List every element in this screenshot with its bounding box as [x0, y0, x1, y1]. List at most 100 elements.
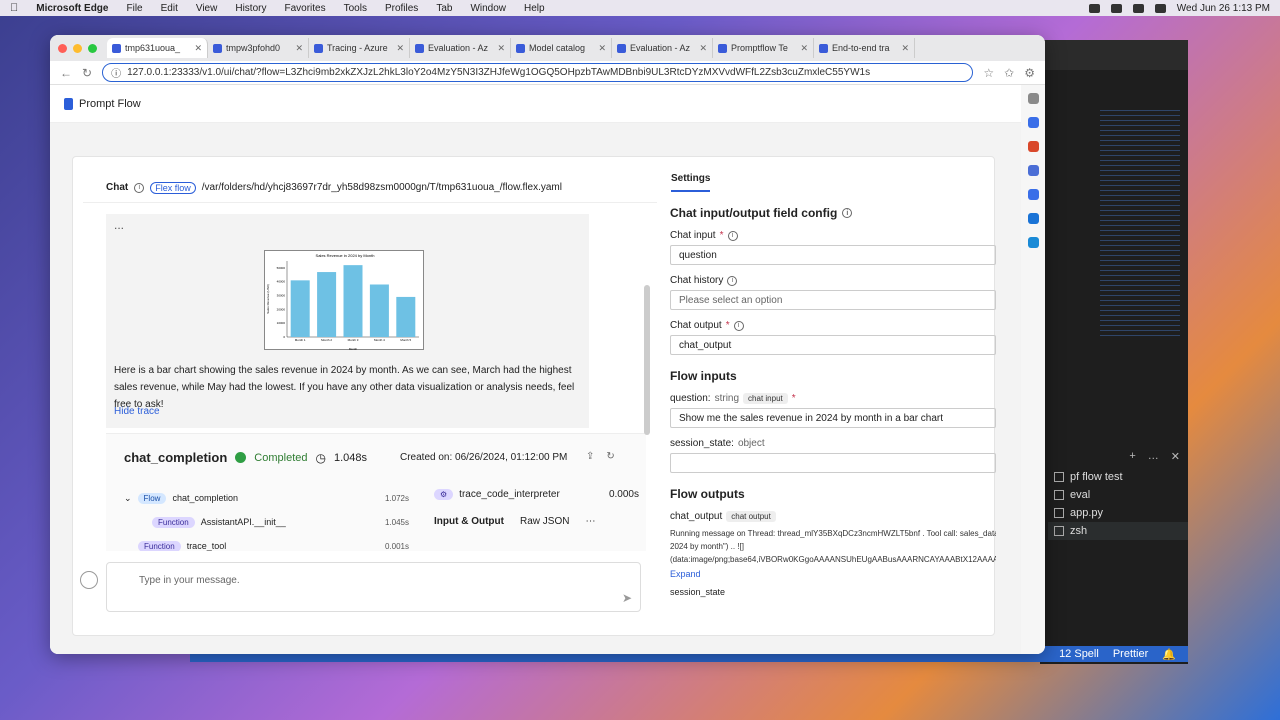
close-tab-icon[interactable]: ✕ — [598, 43, 606, 54]
info-icon[interactable]: i — [733, 320, 744, 331]
menu-favorites[interactable]: Favorites — [284, 3, 325, 14]
refresh-icon[interactable]: ↻ — [606, 451, 614, 462]
tab-6[interactable]: Promptflow Te ✕ — [713, 38, 814, 58]
plus-icon[interactable]: + — [1129, 450, 1135, 464]
chat-scrollbar[interactable] — [644, 285, 650, 435]
assistant-answer: Here is a bar chart showing the sales re… — [114, 365, 575, 410]
x-tick-label: Month 3 — [348, 338, 359, 342]
browser-window: tmp631uoua_ ✕ tmpw3pfohd0 ✕ Tracing - Azur… — [50, 35, 1045, 654]
prettier-status[interactable]: Prettier — [1113, 648, 1148, 660]
clock[interactable]: Wed Jun 26 1:13 PM — [1177, 3, 1270, 14]
trace-node[interactable]: Function trace_tool 0.001s — [124, 534, 409, 551]
shopping-icon[interactable] — [1027, 117, 1039, 128]
more-icon[interactable]: … — [1148, 450, 1159, 464]
tab-4[interactable]: Model catalog ✕ — [511, 38, 612, 58]
tab-3[interactable]: Evaluation - Az ✕ — [410, 38, 511, 58]
menu-help[interactable]: Help — [524, 3, 545, 14]
star-icon[interactable]: ☆ — [983, 66, 994, 80]
tab-settings[interactable]: Settings — [671, 173, 711, 192]
close-window-button[interactable] — [58, 43, 67, 53]
menu-view[interactable]: View — [196, 3, 218, 14]
menu-profiles[interactable]: Profiles — [385, 3, 418, 14]
menu-tab[interactable]: Tab — [436, 3, 452, 14]
url-field[interactable]: ⓘ 127.0.0.1:23333/v1.0/ui/chat/?flow=L3Z… — [102, 63, 974, 82]
message-composer[interactable]: Type in your message. ➤ — [80, 562, 641, 612]
trace-node[interactable]: ⌄ Flow chat_completion 1.072s — [124, 486, 409, 510]
trace-duration: 1.048s — [333, 451, 368, 464]
x-tick-label: Month 4 — [374, 338, 385, 342]
zoom-window-button[interactable] — [88, 43, 97, 53]
tools-icon[interactable] — [1027, 141, 1039, 152]
menu-window[interactable]: Window — [470, 3, 506, 14]
y-tick-label: 30000 — [277, 294, 286, 298]
chat-history-select[interactable]: Please select an option — [670, 290, 996, 310]
close-tab-icon[interactable]: ✕ — [295, 43, 303, 54]
trace-node[interactable]: Function AssistantAPI.__init__ 1.045s — [124, 510, 409, 534]
info-icon[interactable]: i — [727, 230, 738, 241]
node-name: trace_tool — [186, 541, 227, 551]
send-icon[interactable]: ➤ — [622, 591, 632, 605]
terminal-item[interactable]: app.py — [1048, 504, 1188, 522]
tab-5[interactable]: Evaluation - Az ✕ — [612, 38, 713, 58]
outlook-icon[interactable] — [1027, 213, 1039, 224]
send-icon[interactable] — [1027, 237, 1039, 248]
back-icon[interactable]: ← — [60, 66, 72, 80]
info-icon[interactable]: i — [842, 208, 853, 218]
tab-input-output[interactable]: Input & Output — [434, 516, 504, 527]
close-tab-icon[interactable]: ✕ — [396, 43, 404, 54]
bell-icon[interactable]: 🔔 — [1162, 648, 1176, 661]
copilot-icon[interactable] — [1027, 189, 1039, 200]
message-input[interactable]: Type in your message. — [139, 575, 240, 586]
terminal-item[interactable]: pf flow test — [1048, 468, 1188, 486]
close-tab-icon[interactable]: ✕ — [800, 43, 808, 54]
refresh-icon[interactable]: ↻ — [82, 66, 92, 80]
question-input[interactable]: Show me the sales revenue in 2024 by mon… — [670, 408, 996, 428]
tab-2[interactable]: Tracing - Azure ✕ — [309, 38, 410, 58]
share-icon[interactable]: ⇪ — [586, 451, 594, 462]
info-icon[interactable]: i — [727, 275, 738, 286]
favorites-icon[interactable]: ✩ — [1004, 66, 1014, 80]
search-icon[interactable] — [1027, 93, 1039, 104]
avatar-icon[interactable] — [80, 571, 98, 589]
extensions-icon[interactable]: ⚙ — [1024, 66, 1035, 80]
edge-sidebar — [1021, 85, 1045, 654]
close-tab-icon[interactable]: ✕ — [194, 43, 202, 54]
tab-7[interactable]: End-to-end tra ✕ — [814, 38, 915, 58]
chat-output-field[interactable]: chat_output — [670, 335, 996, 355]
menu-edit[interactable]: Edit — [161, 3, 178, 14]
terminal-item[interactable]: eval — [1048, 486, 1188, 504]
flow-path: /var/folders/hd/yhcj83697r7dr_yh58d98zsm… — [201, 182, 562, 193]
hide-trace-link[interactable]: Hide trace — [114, 406, 160, 417]
menu-file[interactable]: File — [126, 3, 142, 14]
minimize-window-button[interactable] — [73, 43, 82, 53]
chat-input-field[interactable]: question — [670, 245, 996, 265]
info-icon[interactable]: ⓘ — [111, 65, 121, 80]
menu-history[interactable]: History — [235, 3, 266, 14]
status-icon[interactable] — [1088, 3, 1100, 13]
terminal-icon — [1054, 526, 1064, 536]
close-icon[interactable]: ✕ — [1171, 450, 1180, 464]
apple-icon[interactable]:  — [10, 2, 18, 14]
close-tab-icon[interactable]: ✕ — [497, 43, 505, 54]
spell-status[interactable]: 12 Spell — [1059, 648, 1099, 660]
menu-tools[interactable]: Tools — [344, 3, 367, 14]
info-icon[interactable]: i — [134, 182, 145, 193]
tab-raw-json[interactable]: Raw JSON — [520, 516, 569, 527]
tab-0[interactable]: tmp631uoua_ ✕ — [107, 38, 208, 58]
close-tab-icon[interactable]: ✕ — [901, 43, 909, 54]
terminal-item[interactable]: zsh — [1048, 522, 1188, 540]
close-tab-icon[interactable]: ✕ — [699, 43, 707, 54]
expand-link[interactable]: Expand — [670, 569, 996, 579]
more-icon[interactable]: ⋯ — [585, 516, 595, 527]
search-icon[interactable] — [1154, 3, 1166, 13]
app-name[interactable]: Microsoft Edge — [36, 3, 108, 14]
chevron-down-icon[interactable]: ⌄ — [124, 493, 132, 504]
tab-1[interactable]: tmpw3pfohd0 ✕ — [208, 38, 309, 58]
bar — [369, 284, 389, 337]
trace-detail: ⚙ trace_code_interpreter 0.000s Input & … — [434, 484, 639, 527]
status-icon[interactable] — [1110, 3, 1122, 13]
session-state-input[interactable] — [670, 453, 996, 473]
games-icon[interactable] — [1027, 165, 1039, 176]
y-tick-label: 40000 — [277, 280, 286, 284]
wifi-icon[interactable] — [1132, 3, 1144, 13]
